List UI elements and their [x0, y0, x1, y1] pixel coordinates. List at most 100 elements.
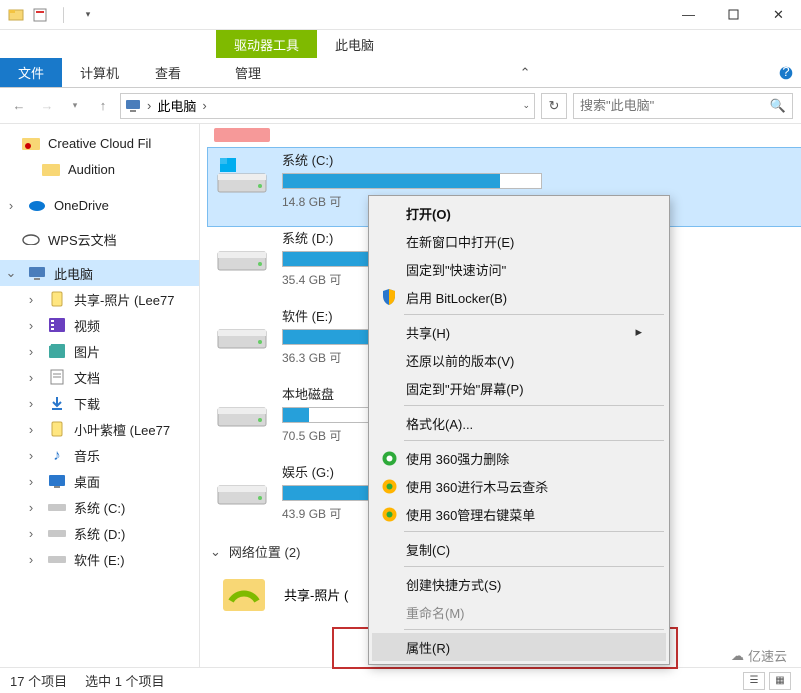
- drive-icon: [214, 388, 270, 432]
- tree-caret-open-icon[interactable]: ⌄: [6, 265, 16, 281]
- tab-view[interactable]: 查看: [137, 58, 199, 87]
- tree-item-creative-cloud[interactable]: Creative Cloud Fil: [0, 130, 199, 156]
- tab-manage[interactable]: 管理: [217, 58, 279, 87]
- tree-item-phone2[interactable]: › 小叶紫檀 (Lee77: [0, 416, 199, 442]
- tree-caret-icon[interactable]: ›: [26, 526, 36, 541]
- ctx-restore-versions[interactable]: 还原以前的版本(V): [372, 346, 666, 374]
- ctx-properties[interactable]: 属性(R): [372, 633, 666, 661]
- details-view-button[interactable]: ☰: [743, 672, 765, 690]
- tiles-view-button[interactable]: ▦: [769, 672, 791, 690]
- qat-separator: │: [54, 5, 74, 25]
- drive-usage-bar: [282, 173, 542, 189]
- tree-label: 图片: [74, 342, 100, 361]
- tree-caret-icon[interactable]: ›: [26, 396, 36, 411]
- ctx-bitlocker[interactable]: 启用 BitLocker(B): [372, 283, 666, 311]
- tree-label: Audition: [68, 162, 115, 177]
- recent-dropdown-icon[interactable]: ▾: [64, 95, 86, 117]
- up-button[interactable]: ↑: [92, 95, 114, 117]
- pictures-icon: [48, 342, 66, 360]
- minimize-button[interactable]: —: [666, 0, 711, 30]
- tree-item-thispc[interactable]: ⌄ 此电脑: [0, 260, 199, 286]
- refresh-button[interactable]: ↻: [541, 93, 567, 119]
- navigation-bar: ← → ▾ ↑ › 此电脑 › ⌄ ↻ 🔍: [0, 88, 801, 124]
- ctx-separator: [404, 566, 664, 567]
- tree-item-onedrive[interactable]: › OneDrive: [0, 192, 199, 218]
- tree-label: 桌面: [74, 472, 100, 491]
- quick-access-toolbar: │ ▾: [0, 5, 104, 25]
- ctx-open-new-window[interactable]: 在新窗口中打开(E): [372, 227, 666, 255]
- search-input[interactable]: [580, 98, 770, 113]
- tree-caret-icon[interactable]: ›: [26, 422, 36, 437]
- tree-caret-icon[interactable]: ›: [6, 198, 16, 213]
- forward-button[interactable]: →: [36, 95, 58, 117]
- onedrive-icon: [28, 196, 46, 214]
- maximize-button[interactable]: [711, 0, 756, 30]
- ctx-360-menu[interactable]: 使用 360管理右键菜单: [372, 500, 666, 528]
- ctx-create-shortcut[interactable]: 创建快捷方式(S): [372, 570, 666, 598]
- breadcrumb-thispc[interactable]: 此电脑: [157, 96, 196, 115]
- tab-file[interactable]: 文件: [0, 58, 62, 87]
- phone-icon: [48, 290, 66, 308]
- nav-arrows: ← → ▾ ↑: [8, 95, 114, 117]
- crumb-chevron-icon[interactable]: ›: [147, 98, 151, 113]
- window-title: 此电脑: [317, 30, 392, 58]
- tree-item-pictures[interactable]: › 图片: [0, 338, 199, 364]
- ctx-pin-start[interactable]: 固定到"开始"屏幕(P): [372, 374, 666, 402]
- tree-caret-icon[interactable]: ›: [26, 318, 36, 333]
- status-selection-count: 选中 1 个项目: [85, 671, 164, 690]
- tree-caret-icon[interactable]: ›: [26, 474, 36, 489]
- watermark: ☁ 亿速云: [723, 644, 795, 667]
- ctx-separator: [404, 531, 664, 532]
- tree-item-drive-e[interactable]: › 软件 (E:): [0, 546, 199, 572]
- close-button[interactable]: ✕: [756, 0, 801, 30]
- ctx-separator: [404, 405, 664, 406]
- tree-caret-icon[interactable]: ›: [26, 448, 36, 463]
- svg-text:?: ?: [782, 66, 789, 79]
- ctx-pin-quick-access[interactable]: 固定到"快速访问": [372, 255, 666, 283]
- address-bar[interactable]: › 此电脑 › ⌄: [120, 93, 535, 119]
- tree-item-shared-photos[interactable]: › 共享-照片 (Lee77: [0, 286, 199, 312]
- tree-caret-icon[interactable]: ›: [26, 500, 36, 515]
- ctx-360-delete[interactable]: 使用 360强力删除: [372, 444, 666, 472]
- navigation-pane: Creative Cloud Fil Audition › OneDrive W…: [0, 124, 200, 667]
- ctx-share[interactable]: 共享(H)▸: [372, 318, 666, 346]
- tree-item-music[interactable]: › ♪ 音乐: [0, 442, 199, 468]
- ctx-separator: [404, 440, 664, 441]
- drive-icon: [214, 310, 270, 354]
- help-button[interactable]: ?: [771, 58, 801, 87]
- tree-item-desktop[interactable]: › 桌面: [0, 468, 199, 494]
- tree-item-documents[interactable]: › 文档: [0, 364, 199, 390]
- properties-qat-icon[interactable]: [30, 5, 50, 25]
- network-item-label: 共享-照片 (: [284, 585, 348, 604]
- tree-caret-icon[interactable]: ›: [26, 292, 36, 307]
- ribbon-tabs: 文件 计算机 查看 管理 ⌃ ?: [0, 58, 801, 88]
- tree-caret-icon[interactable]: ›: [26, 370, 36, 385]
- address-dropdown-icon[interactable]: ⌄: [522, 100, 530, 111]
- search-icon[interactable]: 🔍: [770, 98, 786, 114]
- ctx-rename[interactable]: 重命名(M): [372, 598, 666, 626]
- qat-dropdown-icon[interactable]: ▾: [78, 5, 98, 25]
- drive-icon: [48, 498, 66, 516]
- tree-item-drive-c[interactable]: › 系统 (C:): [0, 494, 199, 520]
- tab-computer[interactable]: 计算机: [62, 58, 137, 87]
- tree-item-drive-d[interactable]: › 系统 (D:): [0, 520, 199, 546]
- chevron-down-icon: ⌄: [210, 544, 221, 560]
- status-item-count: 17 个项目: [10, 671, 67, 690]
- tree-caret-icon[interactable]: ›: [26, 344, 36, 359]
- back-button[interactable]: ←: [8, 95, 30, 117]
- tree-item-audition[interactable]: Audition: [0, 156, 199, 182]
- ribbon-collapse-chevron-icon[interactable]: ⌃: [512, 58, 538, 87]
- crumb-chevron-icon[interactable]: ›: [202, 98, 206, 113]
- ctx-open[interactable]: 打开(O): [372, 199, 666, 227]
- ctx-360-scan[interactable]: 使用 360进行木马云查杀: [372, 472, 666, 500]
- view-switcher: ☰ ▦: [743, 672, 791, 690]
- search-box[interactable]: 🔍: [573, 93, 793, 119]
- ctx-copy[interactable]: 复制(C): [372, 535, 666, 563]
- tree-item-downloads[interactable]: › 下载: [0, 390, 199, 416]
- ctx-format[interactable]: 格式化(A)...: [372, 409, 666, 437]
- drive-icon: [214, 232, 270, 276]
- tree-label: Creative Cloud Fil: [48, 136, 151, 151]
- tree-caret-icon[interactable]: ›: [26, 552, 36, 567]
- tree-item-videos[interactable]: › 视频: [0, 312, 199, 338]
- tree-item-wps[interactable]: WPS云文档: [0, 226, 199, 252]
